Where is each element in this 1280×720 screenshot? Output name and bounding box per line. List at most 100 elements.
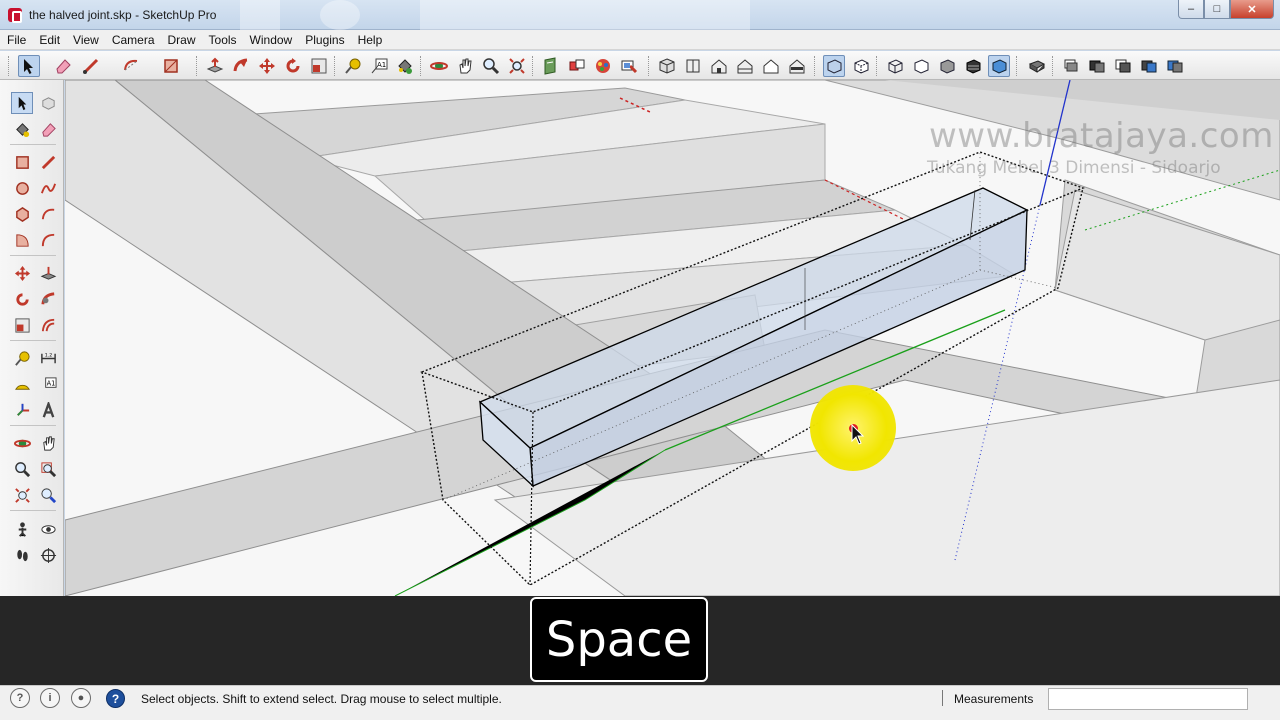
text-icon[interactable]: A1 bbox=[368, 55, 390, 77]
iso-view-icon[interactable] bbox=[656, 55, 678, 77]
toolbar-grip[interactable] bbox=[648, 56, 651, 76]
3d-text-tool-icon[interactable] bbox=[37, 399, 59, 421]
model-info-icon[interactable] bbox=[1026, 55, 1048, 77]
rectangle-icon[interactable] bbox=[160, 55, 182, 77]
zoom-icon[interactable] bbox=[480, 55, 502, 77]
scale-tool-icon[interactable] bbox=[11, 314, 33, 336]
menu-plugins[interactable]: Plugins bbox=[305, 33, 344, 47]
pan-icon[interactable] bbox=[454, 55, 476, 77]
follow-me-tool-icon[interactable] bbox=[37, 288, 59, 310]
eraser-tool-icon[interactable] bbox=[37, 118, 59, 140]
xray-icon[interactable] bbox=[823, 55, 845, 77]
paint-bucket-icon[interactable] bbox=[394, 55, 416, 77]
instructor-help-icon[interactable]: ? bbox=[106, 689, 125, 708]
rectangle-tool-icon[interactable] bbox=[11, 151, 33, 173]
menu-tools[interactable]: Tools bbox=[209, 33, 237, 47]
zoom-window-tool-icon[interactable] bbox=[37, 458, 59, 480]
rotate-tool-icon[interactable] bbox=[11, 288, 33, 310]
push-pull-tool-icon[interactable] bbox=[37, 262, 59, 284]
arc-icon[interactable] bbox=[120, 55, 142, 77]
measurements-input[interactable] bbox=[1048, 688, 1248, 710]
zoom-extents-tool-icon[interactable] bbox=[11, 484, 33, 506]
sketchup-app-icon[interactable] bbox=[8, 8, 22, 23]
top-view-icon[interactable] bbox=[682, 55, 704, 77]
zoom-extents-icon[interactable] bbox=[506, 55, 528, 77]
user-account-icon[interactable]: ● bbox=[71, 688, 91, 708]
monochrome-icon[interactable] bbox=[988, 55, 1010, 77]
tape-measure-icon[interactable] bbox=[342, 55, 364, 77]
toolbar-grip[interactable] bbox=[334, 56, 337, 76]
menu-file[interactable]: File bbox=[7, 33, 26, 47]
components-icon[interactable] bbox=[566, 55, 588, 77]
toolbar-grip[interactable] bbox=[1052, 56, 1055, 76]
modeling-viewport[interactable]: www.bratajaya.com Tukang Mebel 3 Dimensi… bbox=[65, 80, 1280, 596]
walk-tool-icon[interactable] bbox=[11, 544, 33, 566]
protractor-tool-icon[interactable] bbox=[11, 373, 33, 395]
move-icon[interactable] bbox=[256, 55, 278, 77]
scenes-icon[interactable] bbox=[1112, 55, 1134, 77]
maximize-button[interactable]: □ bbox=[1204, 0, 1230, 19]
polygon-tool-icon[interactable] bbox=[11, 203, 33, 225]
toolbar-grip[interactable] bbox=[1016, 56, 1019, 76]
axes-tool-icon[interactable] bbox=[11, 399, 33, 421]
select-icon[interactable] bbox=[18, 55, 40, 77]
position-camera-tool-icon[interactable] bbox=[11, 518, 33, 540]
toolbar-grip[interactable] bbox=[8, 56, 11, 76]
push-pull-icon[interactable] bbox=[204, 55, 226, 77]
rotate-icon[interactable] bbox=[282, 55, 304, 77]
eraser-icon[interactable] bbox=[52, 55, 74, 77]
back-view-icon[interactable] bbox=[760, 55, 782, 77]
line-icon[interactable] bbox=[80, 55, 102, 77]
menu-view[interactable]: View bbox=[73, 33, 99, 47]
toolbar-grip[interactable] bbox=[876, 56, 879, 76]
two-point-arc-icon[interactable] bbox=[37, 229, 59, 251]
credits-icon[interactable]: i bbox=[40, 688, 60, 708]
styles-icon[interactable] bbox=[618, 55, 640, 77]
shaded-icon[interactable] bbox=[936, 55, 958, 77]
select-tool-icon[interactable] bbox=[11, 92, 33, 114]
shadows-icon[interactable] bbox=[1138, 55, 1160, 77]
orbit-icon[interactable] bbox=[428, 55, 450, 77]
shaded-textures-icon[interactable] bbox=[962, 55, 984, 77]
pie-tool-icon[interactable] bbox=[11, 229, 33, 251]
text-tool-icon[interactable]: A1 bbox=[37, 373, 59, 395]
outliner-icon[interactable] bbox=[1086, 55, 1108, 77]
section-plane-icon[interactable] bbox=[540, 55, 562, 77]
toolbar-grip[interactable] bbox=[814, 56, 817, 76]
previous-view-tool-icon[interactable] bbox=[37, 484, 59, 506]
paint-bucket-tool-icon[interactable] bbox=[11, 118, 33, 140]
tape-measure-tool-icon[interactable] bbox=[11, 347, 33, 369]
dimension-tool-icon[interactable]: 1.2 bbox=[37, 347, 59, 369]
pan-tool-icon[interactable] bbox=[37, 432, 59, 454]
toolbar-grip[interactable] bbox=[420, 56, 423, 76]
hidden-line-icon[interactable] bbox=[910, 55, 932, 77]
menu-draw[interactable]: Draw bbox=[168, 33, 196, 47]
menu-window[interactable]: Window bbox=[250, 33, 293, 47]
close-button[interactable]: ✕ bbox=[1230, 0, 1274, 19]
wireframe-icon[interactable] bbox=[884, 55, 906, 77]
toolbar-grip[interactable] bbox=[532, 56, 535, 76]
right-view-icon[interactable] bbox=[734, 55, 756, 77]
circle-tool-icon[interactable] bbox=[11, 177, 33, 199]
back-edges-icon[interactable] bbox=[850, 55, 872, 77]
toolbar-grip[interactable] bbox=[196, 56, 199, 76]
orbit-tool-icon[interactable] bbox=[11, 432, 33, 454]
line-tool-icon[interactable] bbox=[37, 151, 59, 173]
fog-icon[interactable] bbox=[1164, 55, 1186, 77]
geo-location-icon[interactable]: ? bbox=[10, 688, 30, 708]
menu-edit[interactable]: Edit bbox=[39, 33, 60, 47]
materials-icon[interactable] bbox=[592, 55, 614, 77]
move-tool-icon[interactable] bbox=[11, 262, 33, 284]
follow-me-icon[interactable] bbox=[230, 55, 252, 77]
make-component-icon[interactable] bbox=[37, 92, 59, 114]
section-plane-tool-icon[interactable] bbox=[37, 544, 59, 566]
menu-camera[interactable]: Camera bbox=[112, 33, 155, 47]
layers-icon[interactable] bbox=[1060, 55, 1082, 77]
minimize-button[interactable]: – bbox=[1178, 0, 1204, 19]
offset-tool-icon[interactable] bbox=[37, 314, 59, 336]
left-view-icon[interactable] bbox=[786, 55, 808, 77]
front-view-icon[interactable] bbox=[708, 55, 730, 77]
menu-help[interactable]: Help bbox=[358, 33, 383, 47]
freehand-tool-icon[interactable] bbox=[37, 177, 59, 199]
zoom-tool-icon[interactable] bbox=[11, 458, 33, 480]
